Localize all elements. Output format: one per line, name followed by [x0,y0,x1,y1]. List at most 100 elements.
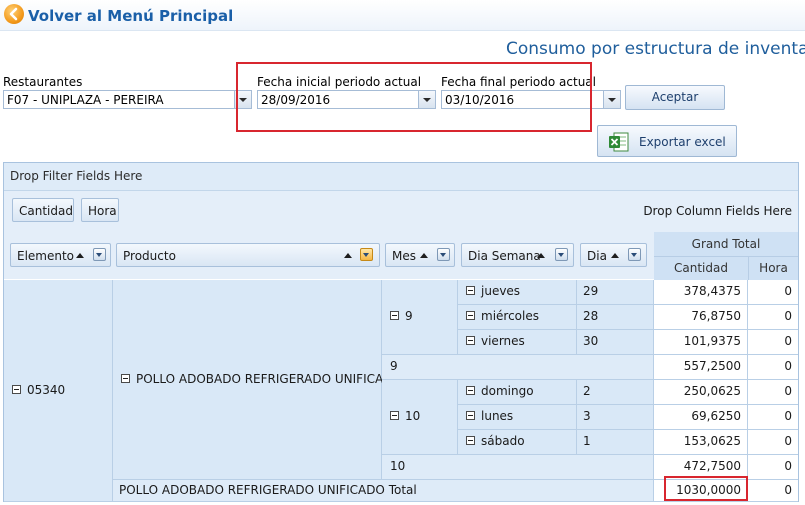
value-header-hora: Hora [759,261,788,275]
filter-drop-label: Drop Filter Fields Here [10,169,143,183]
row-header-producto[interactable]: POLLO ADOBADO REFRIGERADO UNIFICADO [113,280,402,480]
cell-hora: 0 [748,405,798,430]
collapse-icon[interactable] [466,436,475,445]
filter-dropdown-icon[interactable] [555,248,568,261]
collapse-icon[interactable] [466,286,475,295]
export-excel-label: Exportar excel [639,135,726,149]
row-field-mes[interactable]: Mes [385,243,455,267]
top-bar: Volver al Menú Principal [0,0,805,31]
calendar-dropdown-icon[interactable] [603,91,620,108]
cell-hora-product-total: 0 [748,480,798,502]
restaurant-value: F07 - UNIPLAZA - PEREIRA [7,93,164,107]
filter-dropdown-icon[interactable] [628,248,641,261]
cell-cantidad: 69,6250 [654,405,748,430]
row-header-dia-semana[interactable]: domingo [458,380,577,405]
collapse-icon[interactable] [121,374,130,383]
back-arrow-icon[interactable] [4,4,24,24]
sort-ascending-icon[interactable] [420,253,428,258]
sort-ascending-icon[interactable] [537,253,545,258]
row-field-label: Dia Semana [468,249,541,263]
sort-ascending-icon[interactable] [76,253,84,258]
data-field-label: Hora [88,204,117,218]
cell-hora: 0 [748,280,798,305]
row-header-dia-semana[interactable]: miércoles [458,305,577,330]
cell-hora-total: 0 [748,355,798,380]
dia-semana-value: lunes [481,409,514,423]
cell-cantidad: 76,8750 [654,305,748,330]
mes-value: 10 [405,409,421,423]
row-header-dia: 3 [577,405,654,430]
cell-cantidad: 378,4375 [654,280,748,305]
row-header-dia: 28 [577,305,654,330]
collapse-icon[interactable] [390,311,399,320]
row-header-dia-semana[interactable]: sábado [458,430,577,455]
total-highlight-box [664,476,748,501]
cell-hora: 0 [748,330,798,355]
mes-value: 9 [405,309,413,323]
collapse-icon[interactable] [466,336,475,345]
row-field-dia[interactable]: Dia [580,243,647,267]
collapse-icon[interactable] [12,385,21,394]
row-header-mes[interactable]: 9 [382,280,458,355]
page-title: Consumo por estructura de inventar [506,39,805,59]
cell-cantidad-total: 557,2500 [654,355,748,380]
restaurant-label: Restaurantes [3,75,83,89]
export-excel-button[interactable]: Exportar excel [597,125,737,157]
filter-drop-area[interactable]: Drop Filter Fields Here [4,163,798,191]
elemento-value: 05340 [27,383,66,397]
cell-hora: 0 [748,430,798,455]
filter-dropdown-icon[interactable] [437,248,450,261]
row-field-label: Dia [587,249,607,263]
excel-icon [609,132,629,152]
row-field-producto[interactable]: Producto [116,243,380,267]
collapse-icon[interactable] [466,311,475,320]
month-total-label: 9 [382,355,654,380]
value-header-cantidad: Cantidad [654,257,749,280]
pivot-grid: Drop Filter Fields Here Cantidad Hora Dr… [3,162,799,502]
sort-ascending-icon[interactable] [611,253,619,258]
row-header-mes[interactable]: 10 [382,380,458,455]
row-field-label: Producto [123,249,176,263]
filter-dropdown-icon[interactable] [93,248,106,261]
dia-semana-value: viernes [481,334,525,348]
dia-semana-value: domingo [481,384,534,398]
column-drop-label[interactable]: Drop Column Fields Here [643,204,792,218]
cell-cantidad: 101,9375 [654,330,748,355]
cell-cantidad: 250,0625 [654,380,748,405]
row-header-dia-semana[interactable]: lunes [458,405,577,430]
cell-hora: 0 [748,305,798,330]
collapse-icon[interactable] [466,411,475,420]
dia-semana-value: jueves [481,284,521,298]
producto-value: POLLO ADOBADO REFRIGERADO UNIFICADO [136,372,402,386]
row-header-dia: 30 [577,330,654,355]
product-total-label: POLLO ADOBADO REFRIGERADO UNIFICADO Tota… [113,480,654,502]
sort-ascending-icon[interactable] [344,253,352,258]
row-field-dia-semana[interactable]: Dia Semana [461,243,574,267]
data-field-cantidad[interactable]: Cantidad [12,198,74,222]
cell-hora-total: 0 [748,455,798,480]
row-field-label: Elemento [17,249,75,263]
data-field-hora[interactable]: Hora [81,198,119,222]
row-header-dia: 29 [577,280,654,305]
data-field-label: Cantidad [19,204,73,218]
restaurant-select[interactable]: F07 - UNIPLAZA - PEREIRA [3,90,252,109]
row-header-elemento[interactable]: 05340 [4,280,113,502]
cell-cantidad: 153,0625 [654,430,748,455]
grand-total-label: Grand Total [654,232,798,257]
row-field-label: Mes [392,249,416,263]
row-header-dia-semana[interactable]: jueves [458,280,577,305]
row-header-dia-semana[interactable]: viernes [458,330,577,355]
filter-dropdown-icon[interactable] [360,248,373,261]
dia-semana-value: miércoles [481,309,539,323]
row-header-dia: 1 [577,430,654,455]
accept-button[interactable]: Aceptar [625,85,725,110]
cell-hora: 0 [748,380,798,405]
collapse-icon[interactable] [390,411,399,420]
row-field-elemento[interactable]: Elemento [10,243,111,267]
grand-total-header: Grand Total Cantidad Hora [654,232,798,280]
date-highlight-box [236,62,592,132]
dia-semana-value: sábado [481,434,525,448]
row-header-dia: 2 [577,380,654,405]
back-to-main-menu-link[interactable]: Volver al Menú Principal [28,7,233,25]
collapse-icon[interactable] [466,386,475,395]
